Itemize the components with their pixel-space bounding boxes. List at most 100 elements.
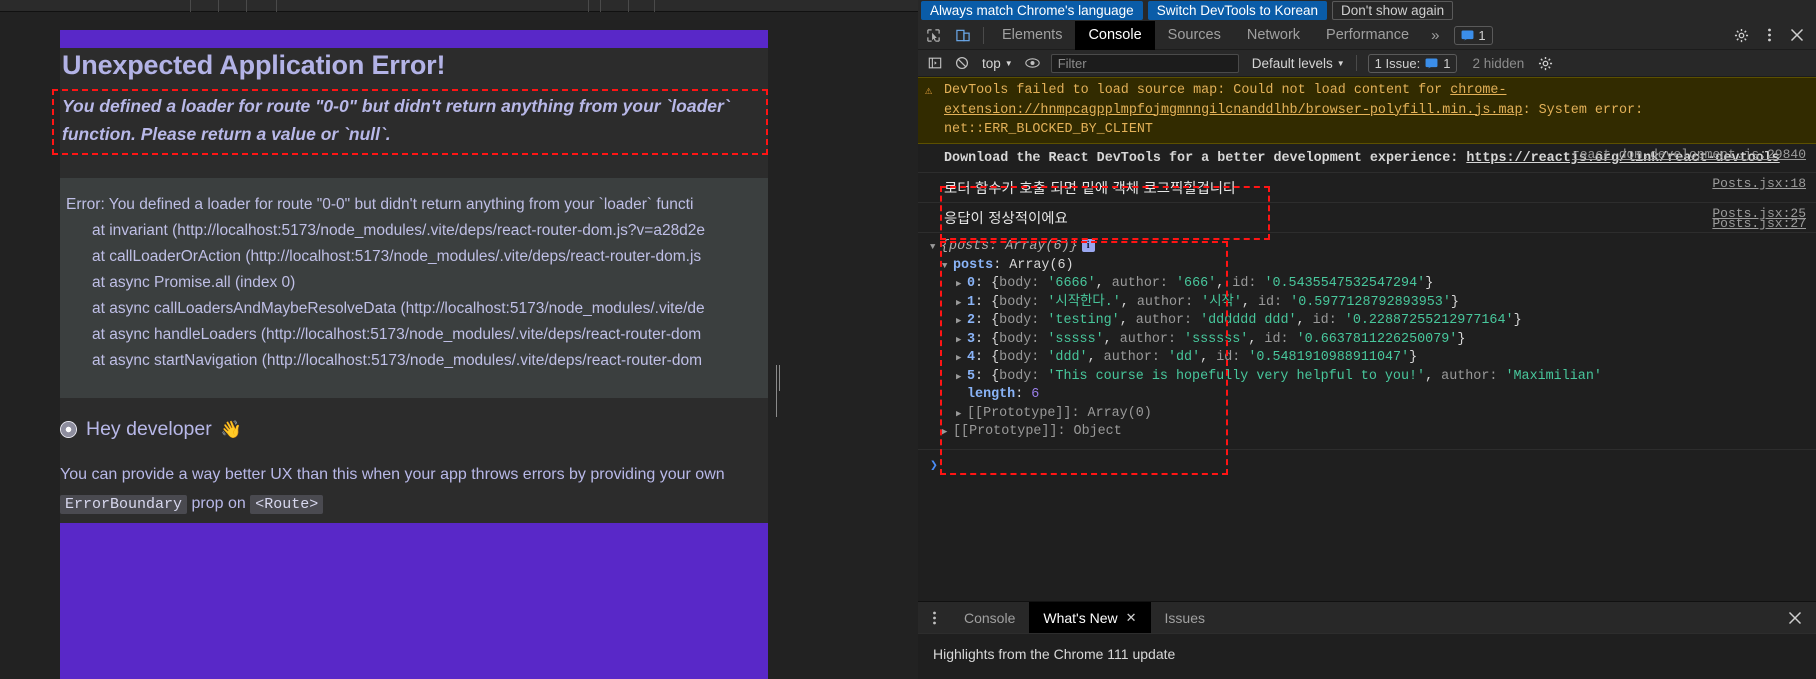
prototype-object-row[interactable]: [[Prototype]]: Object	[930, 423, 1808, 442]
console-log-korean-1[interactable]: Posts.jsx:18 로더 함수가 호출 되면 밑에 객체 로그찍힐겁니다	[918, 173, 1816, 203]
expand-triangle-icon[interactable]	[956, 349, 967, 368]
expand-triangle-icon[interactable]	[942, 257, 953, 276]
drawer-tab-whats-new[interactable]: What's New ✕	[1029, 601, 1151, 634]
console-object-log[interactable]: Posts.jsx:27 {posts: Array(6)}i posts: A…	[918, 216, 1816, 450]
console-sidebar-icon[interactable]	[923, 51, 947, 75]
console-log-korean-2[interactable]: Posts.jsx:25 응답이 정상적이에요	[918, 203, 1816, 233]
issues-inline-label: 1 Issue:	[1374, 55, 1421, 71]
length-value: 6	[1031, 387, 1040, 402]
waving-hand-icon: 👋	[220, 419, 242, 439]
drawer-tab-whats-new-label: What's New	[1043, 609, 1118, 626]
object-preview-row[interactable]: {posts: Array(6)}i	[930, 238, 1808, 257]
item-body: 시작한다.	[1055, 294, 1113, 310]
tabbar-divider	[983, 26, 984, 44]
console-settings-gear-icon[interactable]	[1533, 51, 1557, 75]
item-body: sssss	[1055, 331, 1096, 347]
issues-inline-badge[interactable]: 1 Issue: 1	[1367, 53, 1458, 73]
purple-bottom-block	[60, 523, 768, 679]
log-level-selector[interactable]: Default levels ▼	[1252, 56, 1345, 71]
drawer-close-icon[interactable]	[1782, 605, 1808, 631]
expand-triangle-icon[interactable]	[942, 423, 953, 442]
ux-hint-part-1: You can provide a way better UX than thi…	[60, 466, 725, 483]
console-message-list[interactable]: ⚠ DevTools failed to load source map: Co…	[918, 77, 1816, 601]
stack-line: at async handleLoaders (http://localhost…	[92, 326, 702, 343]
expand-triangle-icon[interactable]	[956, 312, 967, 331]
always-match-language-button[interactable]: Always match Chrome's language	[921, 1, 1143, 20]
close-icon[interactable]: ✕	[1126, 610, 1137, 626]
expand-triangle-icon[interactable]	[956, 275, 967, 294]
hidden-messages-count[interactable]: 2 hidden	[1472, 56, 1524, 71]
array-item-row[interactable]: 3: {body: 'sssss', author: 'ssssss', id:…	[930, 331, 1808, 350]
expand-triangle-icon[interactable]	[930, 238, 941, 257]
array-item-row[interactable]: 0: {body: '6666', author: '666', id: '0.…	[930, 275, 1808, 294]
drawer-tabbar: Console What's New ✕ Issues	[918, 601, 1816, 634]
drawer-tab-console[interactable]: Console	[950, 602, 1029, 634]
error-subtitle: You defined a loader for route "0-0" but…	[62, 96, 730, 144]
purple-top-bar	[60, 30, 768, 48]
more-tabs-chevron-icon[interactable]: »	[1422, 27, 1448, 44]
item-author: Maximilian	[1513, 368, 1594, 384]
tabbar-right-actions	[1728, 22, 1816, 48]
execution-context-selector[interactable]: top ▼	[977, 53, 1018, 73]
warning-text: DevTools failed to load source map: Coul…	[944, 81, 1808, 140]
stack-line: at async startNavigation (http://localho…	[92, 352, 702, 369]
console-warning-message[interactable]: ⚠ DevTools failed to load source map: Co…	[918, 77, 1816, 144]
console-log-korean-2-text: 응답이 정상적이에요	[944, 211, 1068, 227]
item-author: dddddd ddd	[1208, 313, 1289, 328]
object-posts-row[interactable]: posts: Array(6)	[930, 257, 1808, 276]
tab-network[interactable]: Network	[1234, 21, 1313, 50]
posts-jsx-18-link[interactable]: Posts.jsx:18	[1712, 176, 1806, 191]
array-item-row[interactable]: 2: {body: 'testing', author: 'dddddd ddd…	[930, 312, 1808, 331]
array-item-row[interactable]: 5: {body: 'This course is hopefully very…	[930, 368, 1808, 387]
screenshot-root: Unexpected Application Error! You define…	[0, 0, 1816, 679]
item-body: This course is hopefully very helpful to…	[1055, 368, 1418, 384]
posts-key: posts	[953, 257, 994, 273]
prompt-caret-icon: ❯	[930, 457, 938, 473]
item-author: 시작	[1209, 294, 1234, 310]
toolbar-divider	[1355, 55, 1357, 71]
chevron-down-icon: ▼	[1004, 58, 1013, 68]
inspect-element-icon[interactable]	[918, 21, 948, 50]
info-badge-icon[interactable]: i	[1081, 239, 1095, 252]
close-icon[interactable]	[1784, 22, 1810, 48]
issues-inline-count: 1	[1443, 55, 1451, 71]
clear-console-icon[interactable]	[950, 51, 974, 75]
panel-resize-handle[interactable]	[776, 365, 782, 417]
console-prompt[interactable]: ❯	[918, 450, 1816, 480]
item-index: 4	[967, 350, 976, 365]
issues-counter-value: 1	[1478, 27, 1486, 43]
expand-triangle-icon[interactable]	[956, 368, 967, 387]
posts-jsx-27-link[interactable]: Posts.jsx:27	[1712, 216, 1806, 231]
console-log-korean-1-text: 로더 함수가 호출 되면 밑에 객체 로그찍힐겁니다	[944, 181, 1237, 197]
issues-counter-badge[interactable]: 1	[1454, 25, 1493, 45]
dont-show-again-button[interactable]: Don't show again	[1332, 1, 1454, 20]
expand-triangle-icon[interactable]	[956, 294, 967, 313]
item-index: 5	[967, 368, 976, 384]
stack-line: Error: You defined a loader for route "0…	[66, 196, 694, 213]
array-item-row[interactable]: 1: {body: '시작한다.', author: '시작', id: '0.…	[930, 294, 1808, 313]
prototype-array-row[interactable]: [[Prototype]]: Array(0)	[930, 405, 1808, 424]
more-tools-icon[interactable]	[918, 602, 950, 634]
switch-devtools-korean-button[interactable]: Switch DevTools to Korean	[1147, 1, 1328, 20]
live-expression-icon[interactable]	[1021, 51, 1045, 75]
device-toolbar-icon[interactable]	[948, 21, 978, 50]
item-id: 0.6637811226250079	[1304, 331, 1450, 347]
expand-triangle-icon[interactable]	[956, 331, 967, 350]
tab-sources[interactable]: Sources	[1155, 21, 1234, 50]
tab-elements[interactable]: Elements	[989, 21, 1075, 50]
gear-icon[interactable]	[1728, 22, 1754, 48]
item-index: 2	[967, 313, 976, 328]
expand-triangle-icon[interactable]	[956, 405, 967, 424]
tab-console[interactable]: Console	[1075, 20, 1155, 50]
react-devtools-source-link[interactable]: react-dom.development.js:29840	[1572, 147, 1806, 162]
item-id: 0.5977128792893953	[1298, 294, 1443, 310]
filter-input[interactable]: Filter	[1050, 53, 1239, 73]
array-item-row[interactable]: 4: {body: 'ddd', author: 'dd', id: '0.54…	[930, 349, 1808, 368]
item-author: dd	[1176, 350, 1193, 365]
react-devtools-message[interactable]: react-dom.development.js:29840 Download …	[918, 143, 1816, 173]
more-options-icon[interactable]	[1756, 22, 1782, 48]
object-preview-label: {posts: Array(6)}	[941, 239, 1078, 254]
tab-performance[interactable]: Performance	[1313, 21, 1422, 50]
drawer-tab-issues[interactable]: Issues	[1151, 602, 1219, 634]
message-icon	[1425, 57, 1438, 69]
